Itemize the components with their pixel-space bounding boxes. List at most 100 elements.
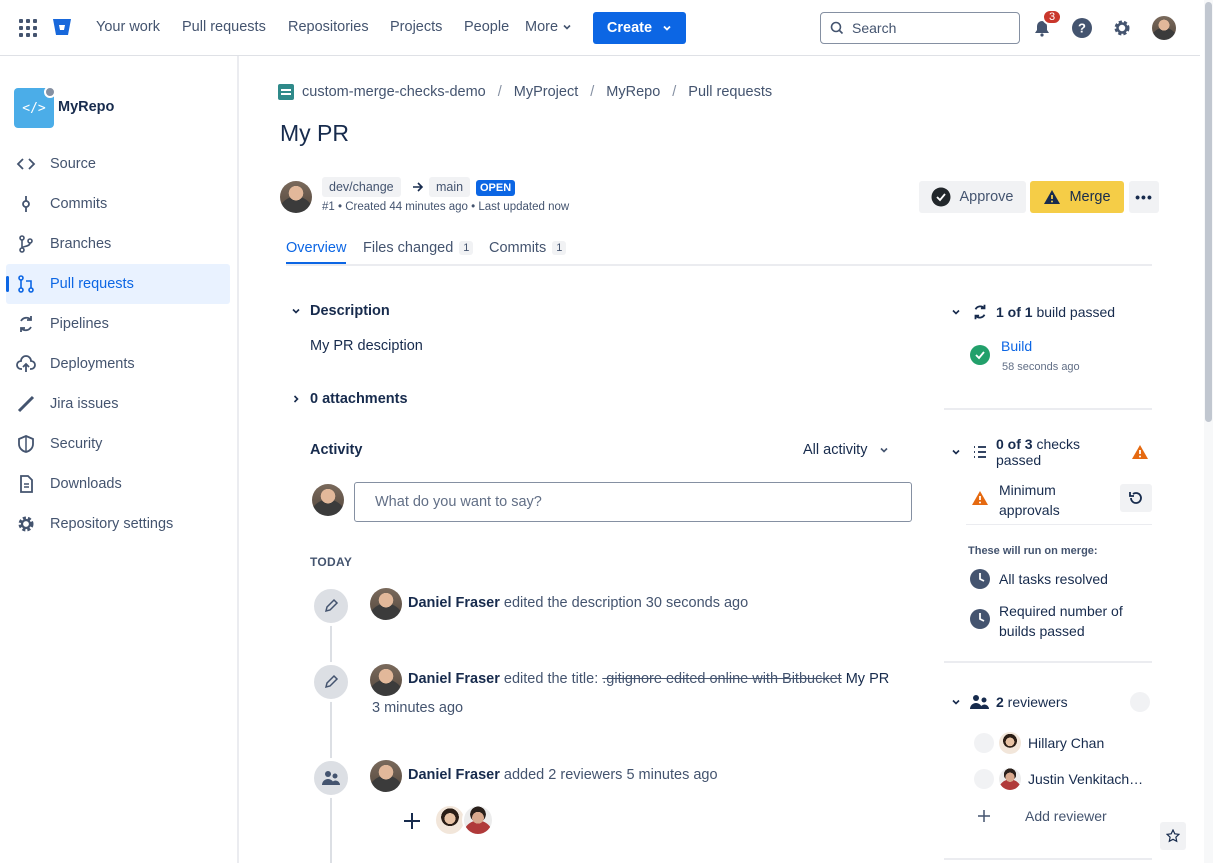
pr-meta: #1 • Created 44 minutes ago • Last updat… <box>322 201 570 213</box>
approval-status-placeholder <box>974 769 994 789</box>
star-icon <box>1166 829 1180 843</box>
sidebar-item-label: Repository settings <box>50 516 174 532</box>
event-action: added 2 reviewers <box>503 767 623 783</box>
app-switcher-icon[interactable] <box>19 19 37 37</box>
clock-icon <box>970 569 990 589</box>
breadcrumb-workspace[interactable]: custom-merge-checks-demo <box>302 84 486 100</box>
chevron-down-icon[interactable] <box>950 696 962 708</box>
help-icon[interactable]: ? <box>1070 16 1094 40</box>
divider <box>944 408 1152 410</box>
nav-your-work[interactable]: Your work <box>96 19 160 35</box>
reviewer-name[interactable]: Hillary Chan <box>1028 735 1104 751</box>
event-author[interactable]: Daniel Fraser <box>408 595 500 611</box>
target-branch[interactable]: main <box>429 177 471 197</box>
refresh-icon <box>1129 492 1142 504</box>
code-icon <box>16 158 36 170</box>
add-reviewer-button[interactable]: Add reviewer <box>1025 808 1107 824</box>
build-link[interactable]: Build <box>1001 338 1032 354</box>
sidebar-item-pipelines[interactable]: Pipelines <box>6 304 230 344</box>
check-required-builds: Required number of builds passed <box>999 601 1123 641</box>
pull-request-icon <box>18 275 34 293</box>
sidebar-item-label: Source <box>50 156 96 172</box>
sidebar-item-deployments[interactable]: Deployments <box>6 344 230 384</box>
sidebar-item-jira-issues[interactable]: Jira issues <box>6 384 230 424</box>
feedback-star-button[interactable] <box>1160 822 1186 850</box>
repo-private-indicator <box>44 86 56 98</box>
nav-people[interactable]: People <box>464 19 509 35</box>
sidebar-item-repository-settings[interactable]: Repository settings <box>6 504 230 544</box>
merge-button[interactable]: Merge <box>1030 181 1124 213</box>
sidebar-item-downloads[interactable]: Downloads <box>6 464 230 504</box>
breadcrumb-project[interactable]: MyProject <box>514 84 578 100</box>
event-author[interactable]: Daniel Fraser <box>408 767 500 783</box>
reviewer-name[interactable]: Justin Venkitach… <box>1028 771 1143 787</box>
reviewer-avatar[interactable] <box>999 732 1021 754</box>
settings-gear-icon[interactable] <box>1110 16 1134 40</box>
checklist-icon <box>974 446 986 458</box>
sidebar-item-pull-requests[interactable]: Pull requests <box>6 264 230 304</box>
chevron-down-icon[interactable] <box>950 306 962 318</box>
breadcrumb-separator: / <box>672 84 677 100</box>
sidebar-item-label: Downloads <box>50 476 122 492</box>
nav-more-label: More <box>525 19 559 35</box>
bitbucket-logo[interactable] <box>52 17 72 37</box>
deployments-icon <box>16 355 36 372</box>
recheck-button[interactable] <box>1120 484 1152 512</box>
checks-summary-text: checks <box>1032 436 1081 452</box>
create-button[interactable]: Create <box>593 12 686 44</box>
nav-more[interactable]: More <box>525 19 572 35</box>
activity-filter-dropdown[interactable]: All activity <box>803 442 889 458</box>
event-time: 5 minutes ago <box>626 767 718 783</box>
more-actions-button[interactable]: ••• <box>1129 181 1159 213</box>
approve-button[interactable]: Approve <box>919 181 1026 213</box>
sidebar-item-branches[interactable]: Branches <box>6 224 230 264</box>
page-title: My PR <box>280 120 349 146</box>
pr-author-avatar[interactable] <box>280 181 312 213</box>
search-input[interactable]: Search <box>820 12 1020 44</box>
description-toggle[interactable]: Description <box>290 303 390 319</box>
event-author-avatar[interactable] <box>370 588 402 620</box>
sidebar-item-commits[interactable]: Commits <box>6 184 230 224</box>
nav-projects[interactable]: Projects <box>390 19 442 35</box>
plus-icon <box>978 810 990 822</box>
comment-input[interactable]: What do you want to say? <box>354 482 912 522</box>
svg-text:?: ? <box>1078 21 1086 36</box>
scrollbar-thumb[interactable] <box>1205 2 1212 422</box>
breadcrumb-repo[interactable]: MyRepo <box>606 84 660 100</box>
nav-pull-requests[interactable]: Pull requests <box>182 19 266 35</box>
approve-label: Approve <box>959 189 1014 205</box>
event-author[interactable]: Daniel Fraser <box>408 671 500 687</box>
profile-avatar[interactable] <box>1152 16 1176 40</box>
breadcrumb-pull-requests[interactable]: Pull requests <box>688 84 772 100</box>
tab-count: 1 <box>459 241 474 255</box>
warning-icon <box>972 491 988 505</box>
reviewers-summary-text: reviewers <box>1003 694 1068 710</box>
sidebar-item-label: Commits <box>50 196 108 212</box>
project-icon <box>278 84 294 100</box>
event-author-avatar[interactable] <box>370 664 402 696</box>
sidebar-item-source[interactable]: Source <box>6 144 230 184</box>
warning-icon <box>1044 190 1061 204</box>
people-icon <box>970 695 989 709</box>
checks-summary-line2: passed <box>996 452 1042 468</box>
sidebar-item-label: Pull requests <box>50 276 134 292</box>
reviewer-avatar[interactable] <box>462 804 494 836</box>
reviewer-avatar[interactable] <box>999 768 1021 790</box>
on-merge-heading: These will run on merge: <box>968 545 1098 557</box>
sidebar-item-label: Security <box>50 436 103 452</box>
tab-files-changed[interactable]: Files changed 1 <box>363 240 474 256</box>
tab-overview[interactable]: Overview <box>286 240 347 264</box>
tab-label: Overview <box>286 240 347 256</box>
nav-repositories[interactable]: Repositories <box>288 19 369 35</box>
pipelines-icon <box>20 316 32 332</box>
tab-commits[interactable]: Commits 1 <box>489 240 567 256</box>
attachments-toggle[interactable]: 0 attachments <box>290 391 408 407</box>
merge-label: Merge <box>1069 189 1111 205</box>
chevron-down-icon[interactable] <box>950 446 962 458</box>
repo-name[interactable]: MyRepo <box>58 99 114 115</box>
description-heading: Description <box>310 303 390 319</box>
build-time: 58 seconds ago <box>1002 361 1080 373</box>
source-branch[interactable]: dev/change <box>322 177 401 197</box>
sidebar-item-security[interactable]: Security <box>6 424 230 464</box>
event-author-avatar[interactable] <box>370 760 402 792</box>
